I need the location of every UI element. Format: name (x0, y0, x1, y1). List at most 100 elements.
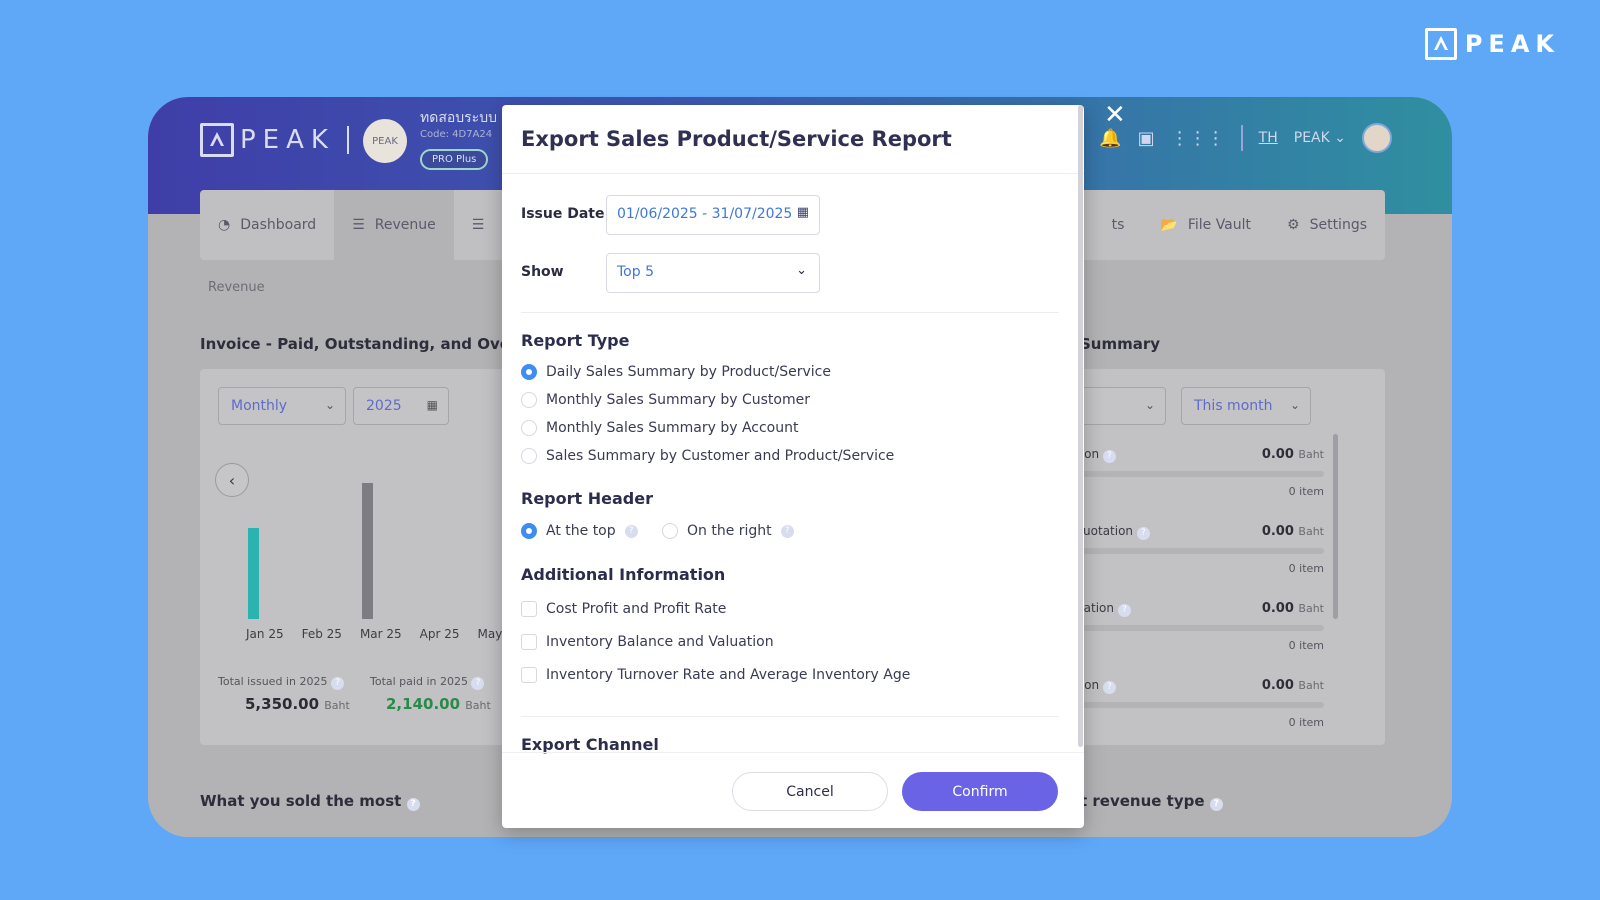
help-icon[interactable]: ? (1117, 603, 1131, 617)
checkbox[interactable] (521, 601, 537, 617)
additional-option[interactable]: Inventory Balance and Valuation (521, 634, 774, 650)
year-picker-value: 2025 (366, 398, 402, 414)
nav-expense[interactable]: ☰ (454, 190, 503, 260)
radio-checked[interactable] (521, 364, 537, 380)
gear-icon: ⚙ (1287, 217, 1300, 233)
chart-month-label: Apr 25 (419, 627, 460, 641)
quotation-amount: 0.00 Baht (1262, 447, 1324, 462)
help-icon[interactable]: ? (1102, 449, 1116, 463)
breadcrumb[interactable]: Revenue (208, 280, 265, 295)
nav-revenue[interactable]: ☰ Revenue (334, 190, 454, 260)
help-icon[interactable]: ? (1102, 680, 1116, 694)
header-option-label: On the right (687, 523, 772, 539)
total-issued-amount: 5,350.00 (245, 695, 320, 713)
currency-unit: Baht (1298, 679, 1324, 692)
help-icon[interactable]: ? (330, 676, 344, 690)
chevron-down-icon: ⌄ (1289, 398, 1300, 412)
radio-unchecked[interactable] (521, 448, 537, 464)
quotation-progress (1064, 548, 1324, 554)
summary-period-select[interactable]: This month ⌄ (1181, 387, 1311, 425)
confirm-button[interactable]: Confirm (902, 772, 1058, 811)
additional-option-label: Inventory Turnover Rate and Average Inve… (546, 667, 911, 683)
quotation-row: tation ? 0.00 Baht 0 item (1064, 447, 1324, 498)
summary-scrollbar[interactable] (1333, 434, 1338, 619)
nav-reports[interactable]: ts (1094, 190, 1143, 260)
help-icon[interactable]: ? (406, 797, 420, 811)
issue-date-field[interactable]: 01/06/2025 - 31/07/2025 ▦ (606, 195, 820, 235)
radio-unchecked[interactable] (521, 420, 537, 436)
nav-settings-label: Settings (1309, 217, 1367, 233)
year-picker[interactable]: 2025 ▦ (353, 387, 449, 425)
language-switch[interactable]: TH (1259, 130, 1278, 146)
help-icon[interactable]: ? (1136, 526, 1150, 540)
quotation-count: 0 item (1288, 639, 1324, 652)
user-name: PEAK (1293, 130, 1330, 146)
chart-month-labels: Jan 25 Feb 25 Mar 25 Apr 25 May (246, 627, 502, 641)
modal-footer-divider (502, 752, 1084, 753)
user-menu[interactable]: PEAK ⌄ (1294, 130, 1346, 146)
show-select[interactable]: Top 5 ⌄ (606, 253, 820, 293)
section-divider (521, 312, 1059, 313)
modal-divider (502, 173, 1084, 174)
nav-settings[interactable]: ⚙ Settings (1269, 190, 1385, 260)
additional-option[interactable]: Cost Profit and Profit Rate (521, 601, 726, 617)
checkbox[interactable] (521, 634, 537, 650)
help-icon[interactable]: ? (471, 676, 485, 690)
modal-close-icon[interactable]: ✕ (1104, 102, 1126, 128)
radio-unchecked[interactable] (662, 523, 678, 539)
report-header-title: Report Header (521, 489, 653, 508)
chart-bar[interactable] (362, 482, 373, 619)
total-paid-label: Total paid in 2025 ? (370, 675, 485, 690)
bell-icon[interactable]: 🔔 (1099, 128, 1121, 149)
report-type-option-label: Monthly Sales Summary by Customer (546, 392, 810, 408)
currency-unit: Baht (1298, 525, 1324, 538)
additional-option-label: Cost Profit and Profit Rate (546, 601, 727, 617)
nav-file-vault[interactable]: 📂 File Vault (1142, 190, 1269, 260)
user-avatar[interactable] (1362, 123, 1392, 153)
report-type-option[interactable]: Sales Summary by Customer and Product/Se… (521, 448, 894, 464)
revenue-type-title: t revenue type ? (1080, 792, 1223, 811)
report-type-option[interactable]: Monthly Sales Summary by Customer (521, 392, 810, 408)
issue-date-label: Issue Date (521, 206, 605, 222)
revenue-icon: ☰ (352, 217, 365, 233)
additional-option[interactable]: Inventory Turnover Rate and Average Inve… (521, 667, 910, 683)
help-icon[interactable]: ? (780, 524, 794, 538)
chart-prev-button[interactable]: ‹ (215, 463, 249, 497)
quotation-amount-value: 0.00 (1261, 524, 1294, 539)
modal-scrollbar[interactable] (1078, 105, 1083, 747)
currency-unit: Baht (1298, 448, 1324, 461)
app-logo[interactable]: PEAK (200, 123, 349, 157)
app-logo-text: PEAK (240, 125, 335, 155)
quotation-count: 0 item (1288, 485, 1324, 498)
checkbox[interactable] (521, 667, 537, 683)
report-type-option-label: Sales Summary by Customer and Product/Se… (546, 448, 895, 464)
report-type-option-label: Monthly Sales Summary by Account (546, 420, 799, 436)
section-divider (521, 716, 1059, 717)
chart-bar[interactable] (248, 528, 259, 619)
chevron-down-icon: ⌄ (1144, 398, 1155, 412)
nav-right-group: ts 📂 File Vault ⚙ Settings (1094, 190, 1385, 260)
period-select[interactable]: Monthly ⌄ (218, 387, 346, 425)
cancel-button[interactable]: Cancel (732, 772, 888, 811)
help-icon[interactable]: ? (1209, 797, 1223, 811)
quotation-progress (1064, 702, 1324, 708)
radio-unchecked[interactable] (521, 392, 537, 408)
help-icon[interactable]: ? (624, 524, 638, 538)
apps-grid-icon[interactable]: ⋮⋮⋮ (1171, 128, 1225, 149)
invoice-section-title: Invoice - Paid, Outstanding, and Overdu (200, 335, 539, 353)
header-option-label: At the top (546, 523, 616, 539)
help-book-icon[interactable]: ▣ (1138, 128, 1155, 149)
report-type-option[interactable]: Monthly Sales Summary by Account (521, 420, 798, 436)
company-code: Code: 4D7A24 (420, 129, 493, 140)
quotation-progress (1064, 625, 1324, 631)
nav-dashboard[interactable]: ◔ Dashboard (200, 190, 334, 260)
company-avatar[interactable]: PEAK (363, 119, 407, 163)
header-option-right[interactable]: On the right? (662, 523, 794, 539)
header-option-top[interactable]: At the top? (521, 523, 638, 539)
quotation-row: g quotation ? 0.00 Baht 0 item (1064, 524, 1324, 575)
expense-icon: ☰ (471, 217, 485, 233)
report-type-option[interactable]: Daily Sales Summary by Product/Service (521, 364, 831, 380)
quotation-progress (1064, 471, 1324, 477)
company-name: ทดสอบระบบ (420, 110, 497, 126)
radio-checked[interactable] (521, 523, 537, 539)
